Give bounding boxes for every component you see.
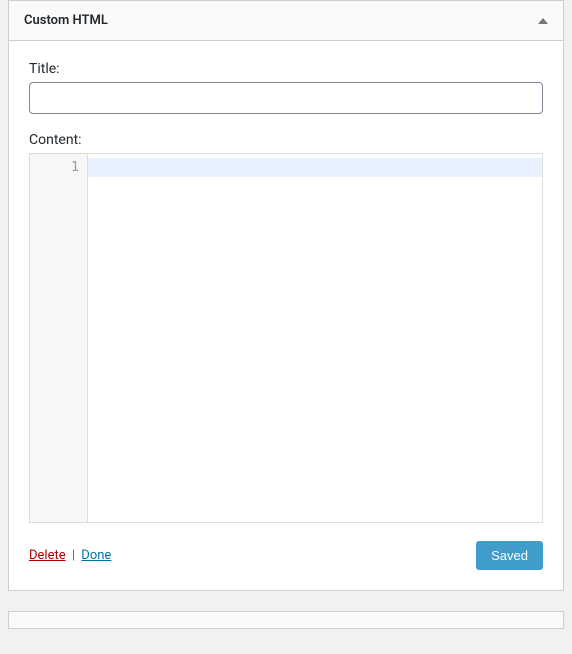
collapse-icon [538,18,548,24]
saved-button[interactable]: Saved [476,541,543,570]
title-field-group: Title: [29,61,543,114]
widget-title: Custom HTML [24,13,108,28]
link-separator: | [72,548,75,563]
done-link[interactable]: Done [81,548,111,563]
code-area [88,154,542,522]
title-label: Title: [29,61,543,77]
content-textarea[interactable] [88,154,542,522]
footer-links: Delete | Done [29,548,111,563]
widget-container: Custom HTML Title: Content: 1 Delete | [8,0,564,591]
widget-header[interactable]: Custom HTML [9,1,563,41]
code-gutter: 1 [30,154,88,522]
code-editor: 1 [29,153,543,523]
content-field-group: Content: 1 [29,132,543,523]
widget-footer: Delete | Done Saved [29,541,543,570]
widget-body: Title: Content: 1 Delete | Done Saved [9,41,563,590]
line-number: 1 [30,158,87,178]
delete-link[interactable]: Delete [29,548,66,563]
title-input[interactable] [29,82,543,114]
content-label: Content: [29,132,543,148]
next-widget-header[interactable] [8,611,564,629]
